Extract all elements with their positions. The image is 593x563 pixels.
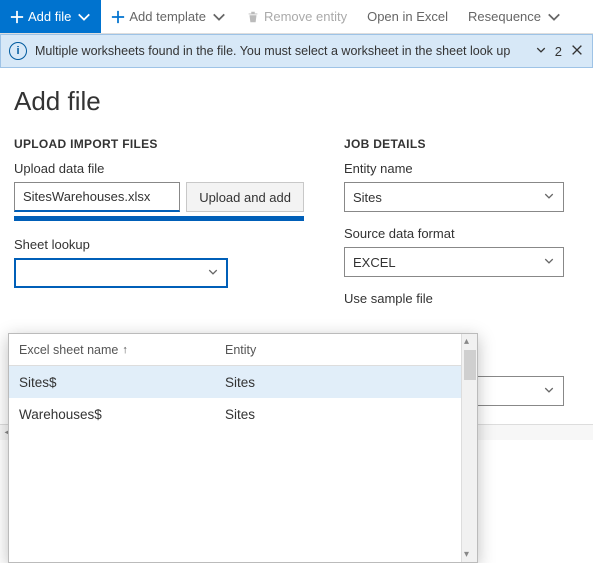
upload-file-value: SitesWarehouses.xlsx <box>23 189 150 204</box>
source-format-label: Source data format <box>344 226 579 241</box>
open-in-excel-label: Open in Excel <box>367 9 448 24</box>
chevron-down-icon <box>543 191 555 204</box>
message-text: Multiple worksheets found in the file. Y… <box>35 44 527 58</box>
entity-name-dropdown[interactable]: Sites <box>344 182 564 212</box>
upload-progress-bar <box>14 216 304 221</box>
sheet-lookup-dropdown[interactable] <box>14 258 228 288</box>
chevron-down-icon <box>543 256 555 269</box>
entity-name-value: Sites <box>353 190 382 205</box>
upload-file-input[interactable]: SitesWarehouses.xlsx <box>14 182 180 212</box>
resequence-button[interactable]: Resequence <box>458 0 571 33</box>
message-bar: i Multiple worksheets found in the file.… <box>0 34 593 68</box>
chevron-down-icon <box>77 10 91 24</box>
scroll-down-icon[interactable]: ▾ <box>464 549 469 560</box>
plus-icon <box>10 10 24 24</box>
lookup-cell-entity: Sites <box>219 375 461 390</box>
add-file-button[interactable]: Add file <box>0 0 101 33</box>
add-template-label: Add template <box>129 9 206 24</box>
sort-ascending-icon: ↑ <box>122 344 128 356</box>
scroll-up-icon[interactable]: ▴ <box>464 336 469 347</box>
page-title: Add file <box>14 86 579 117</box>
resequence-label: Resequence <box>468 9 541 24</box>
chevron-down-icon <box>543 385 555 398</box>
source-format-value: EXCEL <box>353 255 396 270</box>
remove-entity-label: Remove entity <box>264 9 347 24</box>
lookup-col-sheet-header[interactable]: Excel sheet name ↑ <box>9 343 219 357</box>
lookup-row[interactable]: Warehouses$Sites <box>9 398 461 430</box>
trash-icon <box>246 10 260 24</box>
sheet-lookup-flyout: Excel sheet name ↑ Entity Sites$SitesWar… <box>8 333 478 563</box>
lookup-cell-sheet: Warehouses$ <box>9 407 219 422</box>
upload-file-label: Upload data file <box>14 161 304 176</box>
plus-icon <box>111 10 125 24</box>
info-icon: i <box>9 42 27 60</box>
source-format-dropdown[interactable]: EXCEL <box>344 247 564 277</box>
message-actions: 2 <box>535 43 584 60</box>
close-message-button[interactable] <box>570 43 584 60</box>
chevron-down-icon <box>207 267 219 280</box>
content-area: Add file UPLOAD IMPORT FILES Upload data… <box>0 68 593 424</box>
use-sample-label: Use sample file <box>344 291 579 306</box>
lookup-row[interactable]: Sites$Sites <box>9 366 461 398</box>
lookup-header-row: Excel sheet name ↑ Entity <box>9 334 461 366</box>
add-file-label: Add file <box>28 9 71 24</box>
lookup-cell-entity: Sites <box>219 407 461 422</box>
add-template-button[interactable]: Add template <box>101 0 236 33</box>
lookup-cell-sheet: Sites$ <box>9 375 219 390</box>
sheet-lookup-label: Sheet lookup <box>14 237 304 252</box>
message-count: 2 <box>555 44 562 59</box>
toolbar: Add file Add template Remove entity Open… <box>0 0 593 34</box>
upload-section: UPLOAD IMPORT FILES Upload data file Sit… <box>14 137 304 288</box>
upload-and-add-button[interactable]: Upload and add <box>186 182 304 212</box>
lookup-col-entity-header[interactable]: Entity <box>219 343 461 357</box>
scroll-thumb[interactable] <box>464 350 476 380</box>
chevron-down-icon <box>212 10 226 24</box>
expand-messages-button[interactable] <box>535 45 547 58</box>
open-in-excel-button[interactable]: Open in Excel <box>357 0 458 33</box>
upload-section-header: UPLOAD IMPORT FILES <box>14 137 304 151</box>
upload-and-add-label: Upload and add <box>199 190 291 205</box>
remove-entity-button[interactable]: Remove entity <box>236 0 357 33</box>
job-details-header: JOB DETAILS <box>344 137 579 151</box>
chevron-down-icon <box>547 10 561 24</box>
entity-name-label: Entity name <box>344 161 579 176</box>
